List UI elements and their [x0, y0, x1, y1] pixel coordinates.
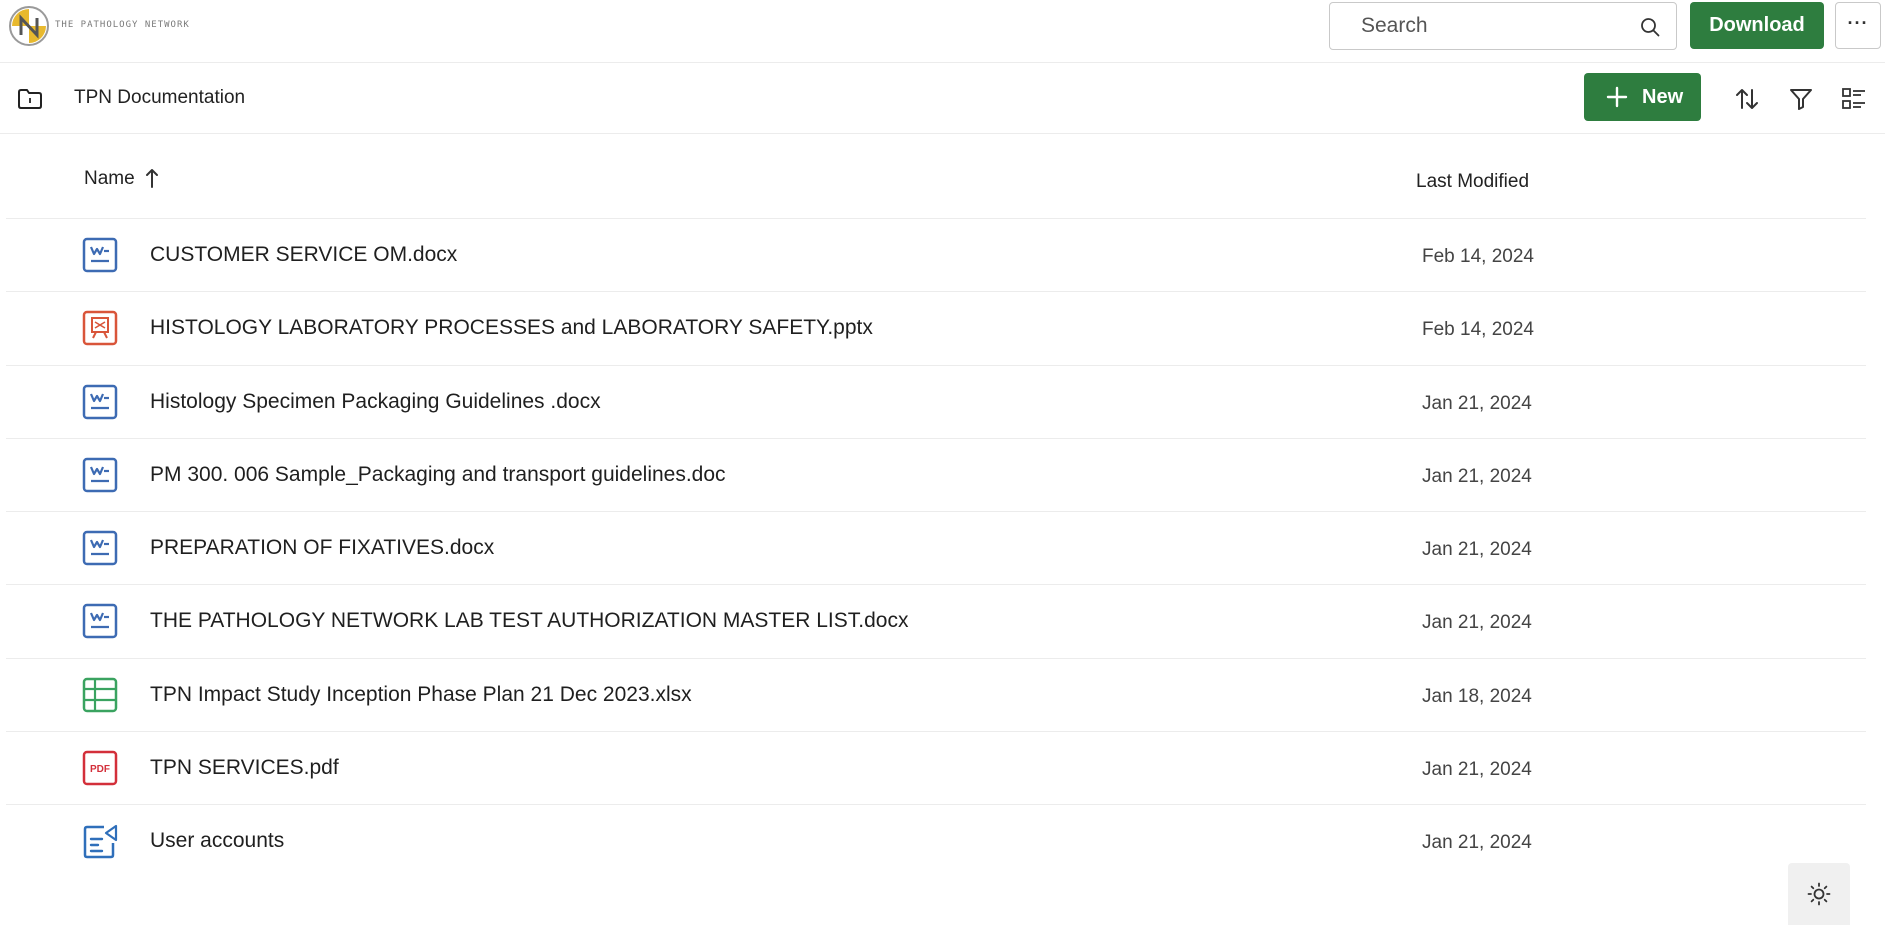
file-date: Jan 21, 2024	[1422, 759, 1532, 781]
logo-text: THE PATHOLOGY NETWORK	[55, 20, 190, 30]
file-date: Jan 21, 2024	[1422, 465, 1532, 487]
file-name[interactable]: PREPARATION OF FIXATIVES.docx	[150, 536, 494, 560]
name-column-header[interactable]: Name	[84, 168, 135, 190]
download-button[interactable]: Download	[1690, 2, 1824, 49]
pdf-badge-text: PDF	[90, 764, 110, 775]
word-document-icon	[82, 604, 118, 639]
file-list: CUSTOMER SERVICE OM.docx Feb 14, 2024 HI…	[6, 219, 1866, 879]
file-date: Jan 21, 2024	[1422, 392, 1532, 414]
folder-title: TPN Documentation	[74, 87, 246, 108]
folder-icon	[18, 89, 42, 109]
table-row[interactable]: TPN Impact Study Inception Phase Plan 21…	[6, 659, 1866, 733]
file-name[interactable]: PM 300. 006 Sample_Packaging and transpo…	[150, 463, 726, 487]
more-icon: ···	[1847, 13, 1869, 33]
pdf-icon: PDF	[82, 750, 118, 786]
word-document-icon	[82, 384, 118, 419]
sort-ascending-icon[interactable]	[144, 167, 160, 189]
new-button[interactable]: New	[1584, 73, 1701, 121]
file-date: Jan 21, 2024	[1422, 832, 1532, 854]
new-button-label: New	[1642, 86, 1684, 108]
file-date: Jan 21, 2024	[1422, 539, 1532, 561]
form-icon	[83, 825, 118, 859]
file-name[interactable]: HISTOLOGY LABORATORY PROCESSES and LABOR…	[150, 316, 873, 340]
table-header: Name Last Modified	[6, 134, 1866, 219]
file-name[interactable]: TPN Impact Study Inception Phase Plan 21…	[150, 683, 692, 707]
table-row[interactable]: PM 300. 006 Sample_Packaging and transpo…	[6, 439, 1866, 513]
table-row[interactable]: Histology Specimen Packaging Guidelines …	[6, 366, 1866, 439]
list-view-icon[interactable]	[1841, 86, 1867, 112]
file-name[interactable]: THE PATHOLOGY NETWORK LAB TEST AUTHORIZA…	[150, 609, 908, 633]
table-row[interactable]: PREPARATION OF FIXATIVES.docx Jan 21, 20…	[6, 512, 1866, 586]
theme-toggle-button[interactable]	[1788, 863, 1850, 925]
table-row[interactable]: User accounts Jan 21, 2024	[6, 805, 1866, 878]
last-modified-column-header[interactable]: Last Modified	[1416, 171, 1529, 193]
powerpoint-icon	[82, 311, 118, 346]
pathology-network-logo[interactable]	[8, 5, 50, 47]
word-document-icon	[82, 237, 118, 273]
table-row[interactable]: CUSTOMER SERVICE OM.docx Feb 14, 2024	[6, 219, 1866, 293]
table-row[interactable]: HISTOLOGY LABORATORY PROCESSES and LABOR…	[6, 292, 1866, 366]
folder-toolbar: TPN Documentation New	[0, 63, 1885, 134]
search-input[interactable]	[1331, 4, 1621, 48]
search-icon[interactable]	[1640, 17, 1660, 37]
filter-icon[interactable]	[1788, 86, 1814, 112]
table-row[interactable]: PDF TPN SERVICES.pdf Jan 21, 2024	[6, 732, 1866, 806]
sort-icon[interactable]	[1734, 86, 1760, 112]
word-document-icon	[82, 457, 118, 493]
file-name[interactable]: Histology Specimen Packaging Guidelines …	[150, 390, 601, 414]
top-bar: THE PATHOLOGY NETWORK Download ···	[0, 0, 1885, 63]
file-date: Feb 14, 2024	[1422, 319, 1534, 341]
file-name[interactable]: User accounts	[150, 829, 284, 853]
word-document-icon	[82, 530, 118, 566]
sun-icon	[1807, 882, 1831, 906]
file-name[interactable]: TPN SERVICES.pdf	[150, 756, 339, 780]
table-row[interactable]: THE PATHOLOGY NETWORK LAB TEST AUTHORIZA…	[6, 585, 1866, 659]
spreadsheet-icon	[82, 677, 118, 713]
plus-icon	[1606, 86, 1628, 108]
file-date: Feb 14, 2024	[1422, 246, 1534, 267]
file-date: Jan 21, 2024	[1422, 612, 1532, 634]
search-box[interactable]	[1329, 2, 1677, 50]
file-date: Jan 18, 2024	[1422, 685, 1532, 707]
more-options-button[interactable]: ···	[1835, 2, 1881, 49]
file-name[interactable]: CUSTOMER SERVICE OM.docx	[150, 243, 457, 267]
